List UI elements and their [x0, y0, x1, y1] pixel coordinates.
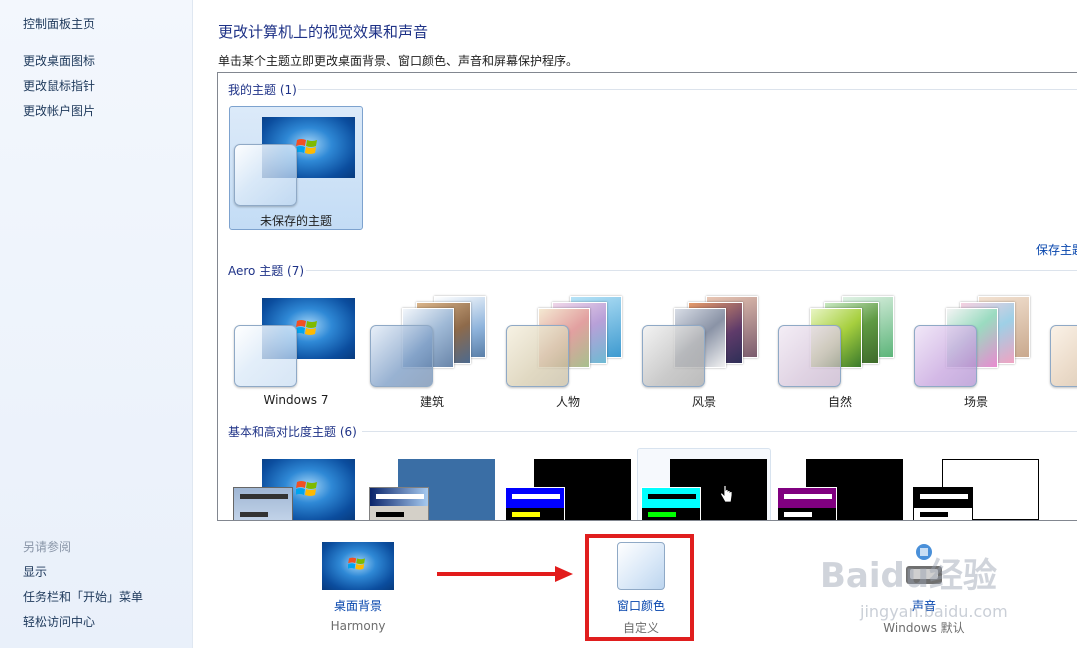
- window-preview: [913, 487, 973, 520]
- theme-label: Windows 7: [263, 393, 329, 407]
- sounds-value: Windows 默认: [883, 621, 965, 635]
- arrow-right-icon: [437, 572, 557, 576]
- window-glass-preview: [370, 325, 433, 387]
- theme-label: 人物: [555, 395, 580, 409]
- preview-bar: [648, 512, 676, 517]
- theme-unsaved[interactable]: 未保存的主题: [229, 106, 363, 230]
- window-glass-preview: [234, 325, 297, 387]
- window-preview: [369, 487, 429, 520]
- change-desktop-icons-link[interactable]: 更改桌面图标: [23, 52, 95, 69]
- preview-bar: [240, 512, 268, 517]
- theme-high-contrast-2[interactable]: [637, 448, 771, 520]
- preview-bar: [784, 512, 812, 517]
- aero-themes-group-header: Aero 主题 (7): [228, 264, 305, 278]
- group-divider: [298, 89, 1077, 90]
- windows-flag-icon: [296, 320, 317, 335]
- watermark-url: jingyan.baidu.com: [860, 602, 1008, 621]
- save-theme-link[interactable]: 保存主题: [1036, 241, 1077, 258]
- ease-of-access-link[interactable]: 轻松访问中心: [23, 613, 95, 630]
- window-glass-preview: [506, 325, 569, 387]
- window-preview: [777, 487, 837, 520]
- taskbar-start-menu-link[interactable]: 任务栏和「开始」菜单: [23, 588, 143, 605]
- window-glass-preview: [1050, 325, 1077, 387]
- windows-flag-icon: [348, 557, 365, 570]
- desktop-background-label[interactable]: 桌面背景: [312, 597, 404, 614]
- window-preview: [641, 487, 701, 520]
- hand-cursor-icon: [720, 485, 733, 503]
- theme-windows-7[interactable]: Windows 7: [229, 287, 363, 411]
- left-navigation-pane: 控制面板主页 更改桌面图标 更改鼠标指针 更改帐户图片 另请参阅 显示 任务栏和…: [0, 0, 193, 648]
- themes-list[interactable]: 我的主题 (1) 未保存的主题 保存主题 Aero 主题 (7) Windows…: [217, 72, 1077, 521]
- my-themes-group-header: 我的主题 (1): [228, 83, 297, 97]
- preview-bar: [648, 494, 696, 499]
- arrow-head: [555, 566, 573, 582]
- window-glass-preview: [642, 325, 705, 387]
- theme-partial[interactable]: [1045, 287, 1077, 411]
- theme-windows-7-basic[interactable]: [229, 448, 363, 520]
- theme-high-contrast-black[interactable]: [773, 448, 907, 520]
- theme-landscapes[interactable]: 风景: [637, 287, 771, 411]
- window-preview: [233, 487, 293, 520]
- change-mouse-pointers-link[interactable]: 更改鼠标指针: [23, 77, 95, 94]
- theme-architecture[interactable]: 建筑: [365, 287, 499, 411]
- change-account-picture-link[interactable]: 更改帐户图片: [23, 102, 95, 119]
- theme-label: 自然: [827, 395, 852, 409]
- theme-scenes[interactable]: 场景: [909, 287, 1043, 411]
- theme-windows-classic[interactable]: [365, 448, 499, 520]
- preview-bar: [784, 494, 832, 499]
- group-divider: [362, 431, 1077, 432]
- group-divider: [306, 270, 1077, 271]
- preview-bar: [512, 494, 560, 499]
- desktop-background-value: Harmony: [330, 619, 386, 633]
- theme-characters[interactable]: 人物: [501, 287, 635, 411]
- display-link[interactable]: 显示: [23, 563, 47, 580]
- window-glass-preview: [234, 144, 297, 206]
- windows-flag-icon: [296, 481, 317, 496]
- windows-flag-icon: [296, 139, 317, 154]
- basic-themes-group-header: 基本和高对比度主题 (6): [228, 425, 357, 439]
- theme-label: 建筑: [419, 395, 444, 409]
- preview-bar: [240, 494, 288, 499]
- highlight-annotation-box: [585, 534, 694, 641]
- preview-bar: [512, 512, 540, 517]
- preview-bar: [920, 494, 968, 499]
- window-glass-preview: [778, 325, 841, 387]
- theme-label: 未保存的主题: [259, 214, 332, 228]
- desktop-background-setting[interactable]: 桌面背景 Harmony: [312, 540, 404, 640]
- theme-label: 场景: [963, 395, 988, 409]
- baidu-watermark: Baidu经验: [820, 556, 998, 596]
- preview-bar: [376, 494, 424, 499]
- preview-bar: [376, 512, 404, 517]
- window-glass-preview: [914, 325, 977, 387]
- preview-bar: [920, 512, 948, 517]
- page-description: 单击某个主题立即更改桌面背景、窗口颜色、声音和屏幕保护程序。: [218, 54, 579, 68]
- control-panel-home-link[interactable]: 控制面板主页: [23, 15, 95, 32]
- page-title: 更改计算机上的视觉效果和声音: [218, 23, 429, 41]
- theme-high-contrast-white[interactable]: [909, 448, 1043, 520]
- see-also-heading: 另请参阅: [23, 540, 72, 554]
- theme-label: 风景: [691, 395, 716, 409]
- window-preview: [505, 487, 565, 520]
- theme-high-contrast-1[interactable]: [501, 448, 635, 520]
- theme-nature[interactable]: 自然: [773, 287, 907, 411]
